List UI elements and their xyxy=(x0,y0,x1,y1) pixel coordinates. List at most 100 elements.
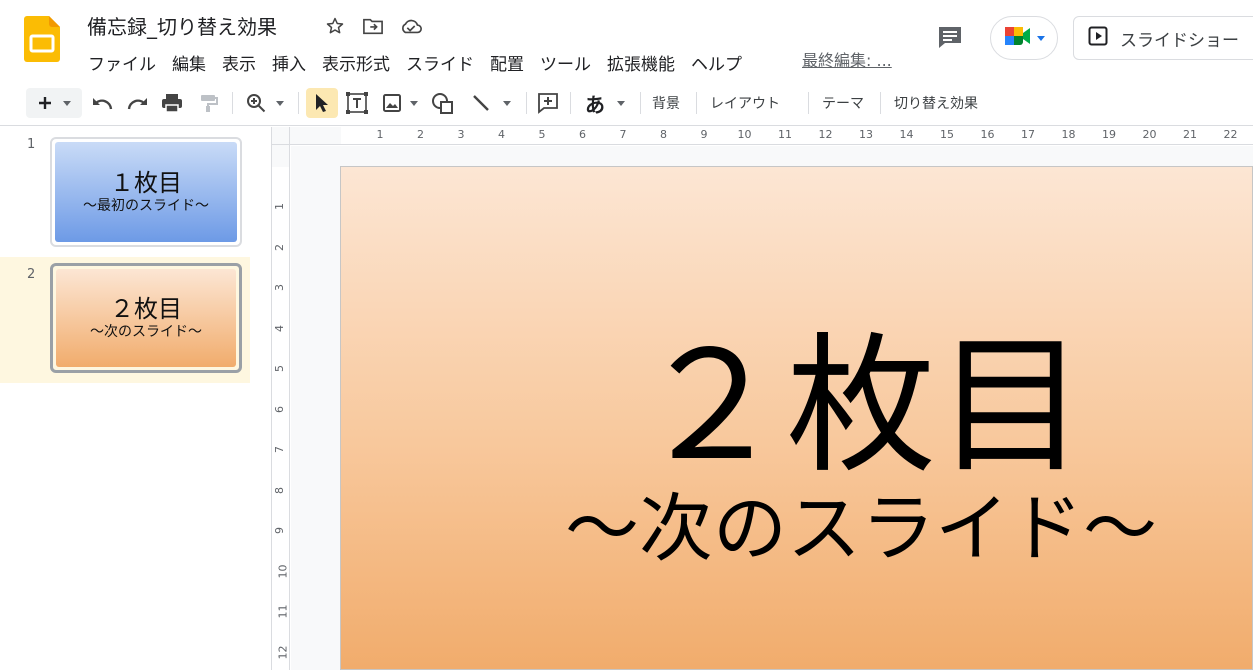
redo-icon[interactable] xyxy=(124,88,152,118)
ruler-number: 2 xyxy=(273,243,286,251)
menu-help[interactable]: ヘルプ xyxy=(683,48,750,77)
ruler-number: 9 xyxy=(700,128,708,141)
ruler-number: 17 xyxy=(1021,128,1035,141)
new-slide-button[interactable] xyxy=(26,88,82,118)
ruler-number: 3 xyxy=(457,128,465,141)
ruler-number: 18 xyxy=(1061,128,1076,141)
slides-logo-icon[interactable] xyxy=(24,16,60,62)
shape-icon[interactable] xyxy=(428,88,456,118)
ruler-number: 1 xyxy=(273,203,286,210)
line-tool-button[interactable] xyxy=(464,88,518,118)
slide-filmstrip: 1 １枚目 ～最初のスライド～ 2 ２枚目 ～次のスライド～ xyxy=(0,127,272,670)
zoom-icon xyxy=(247,94,266,113)
app-header: 備忘録_切り替え効果 ファイル 編集 表示 挿入 表示形式 スライド 配置 ツー… xyxy=(0,0,1253,80)
layout-button[interactable]: レイアウト xyxy=(710,93,780,113)
chevron-down-icon xyxy=(410,100,418,106)
menu-insert[interactable]: 挿入 xyxy=(264,48,314,77)
menu-edit[interactable]: 編集 xyxy=(164,48,214,77)
slide-title[interactable]: ２枚目 xyxy=(561,327,1161,487)
ruler-number: 11 xyxy=(778,128,792,141)
print-icon[interactable] xyxy=(158,88,186,118)
slideshow-button[interactable]: スライドショー xyxy=(1073,16,1253,60)
thumbnail-title: １枚目 xyxy=(110,169,182,197)
ruler-number: 6 xyxy=(273,405,286,413)
add-comment-icon[interactable] xyxy=(534,88,562,118)
undo-icon[interactable] xyxy=(88,88,116,118)
star-icon[interactable] xyxy=(322,13,348,39)
ruler-number: 9 xyxy=(273,527,286,534)
menu-slide[interactable]: スライド xyxy=(398,48,482,77)
menu-tools[interactable]: ツール xyxy=(532,48,599,77)
select-tool-icon[interactable] xyxy=(306,88,338,118)
ruler-number: 4 xyxy=(498,128,505,141)
ruler-number: 5 xyxy=(273,365,286,372)
ruler-number: 6 xyxy=(579,128,586,141)
menu-view[interactable]: 表示 xyxy=(214,48,264,77)
ruler-number: 22 xyxy=(1223,128,1238,141)
theme-button[interactable]: テーマ xyxy=(822,93,864,113)
menu-format[interactable]: 表示形式 xyxy=(314,48,398,77)
font-glyph: あ xyxy=(585,92,605,117)
menu-extensions[interactable]: 拡張機能 xyxy=(599,48,683,77)
text-box-icon[interactable] xyxy=(343,88,371,118)
ruler-number: 7 xyxy=(273,446,286,453)
document-title[interactable]: 備忘録_切り替え効果 xyxy=(87,11,277,40)
meet-button[interactable] xyxy=(990,16,1058,60)
ruler-number: 5 xyxy=(538,128,546,141)
ruler-number: 14 xyxy=(899,128,914,141)
slide-thumbnail[interactable]: ２枚目 ～次のスライド～ xyxy=(50,263,242,373)
chevron-down-icon xyxy=(503,100,511,106)
ruler-number: 15 xyxy=(940,128,954,141)
chevron-down-icon xyxy=(1037,35,1045,41)
vertical-ruler[interactable]: 1 2 3 4 5 6 7 8 9 10 11 12 xyxy=(272,145,290,670)
ruler-number: 11 xyxy=(276,604,290,619)
horizontal-ruler[interactable]: 1 2 3 4 5 6 7 8 9 10 11 12 13 14 15 16 17 18 19 20 21 22 xyxy=(290,127,1253,145)
ruler-number: 1 xyxy=(376,128,384,141)
slide-subtitle[interactable]: ～次のスライド～ xyxy=(501,487,1221,571)
transition-button[interactable]: 切り替え効果 xyxy=(894,93,978,113)
ruler-number: 2 xyxy=(417,128,424,141)
present-icon xyxy=(1088,26,1108,50)
input-tools-button[interactable]: あ xyxy=(578,88,632,118)
ruler-number: 13 xyxy=(859,128,873,141)
paint-format-icon[interactable] xyxy=(194,88,222,118)
ruler-number: 8 xyxy=(273,486,286,494)
move-to-folder-icon[interactable] xyxy=(360,13,386,39)
thumbnail-subtitle: ～最初のスライド～ xyxy=(83,198,209,214)
slide-number: 1 xyxy=(27,137,36,152)
menu-arrange[interactable]: 配置 xyxy=(482,48,532,77)
ruler-number: 12 xyxy=(276,645,290,659)
ruler-number: 8 xyxy=(660,128,667,141)
ruler-number: 7 xyxy=(619,128,627,141)
comment-icon[interactable] xyxy=(934,22,966,52)
line-icon xyxy=(473,95,489,111)
chevron-down-icon xyxy=(276,100,284,106)
image-icon xyxy=(383,94,401,112)
toolbar: あ 背景 レイアウト テーマ 切り替え効果 xyxy=(0,80,1253,186)
chevron-down-icon xyxy=(63,100,71,106)
ruler-number: 10 xyxy=(276,564,290,578)
ruler-number: 12 xyxy=(818,128,833,141)
chevron-down-icon xyxy=(617,100,625,106)
background-button[interactable]: 背景 xyxy=(652,93,680,113)
ruler-corner xyxy=(272,127,290,145)
menu-file[interactable]: ファイル xyxy=(80,48,164,77)
ruler-number: 16 xyxy=(980,128,995,141)
filmstrip-item[interactable]: 1 １枚目 ～最初のスライド～ xyxy=(0,127,250,253)
thumbnail-subtitle: ～次のスライド～ xyxy=(90,324,202,340)
slideshow-label: スライドショー xyxy=(1120,30,1239,51)
insert-image-button[interactable] xyxy=(378,88,422,118)
ruler-number: 10 xyxy=(737,128,752,141)
ruler-number: 21 xyxy=(1183,128,1197,141)
ruler-number: 4 xyxy=(273,324,286,332)
cloud-saved-icon[interactable] xyxy=(398,13,424,39)
slide-thumbnail[interactable]: １枚目 ～最初のスライド～ xyxy=(50,137,242,247)
last-edit-link[interactable]: 最終編集: ... xyxy=(802,47,892,71)
zoom-button[interactable] xyxy=(240,88,290,118)
slide-number: 2 xyxy=(27,267,36,282)
plus-icon xyxy=(39,97,51,109)
current-slide[interactable]: ２枚目 ～次のスライド～ xyxy=(340,166,1253,670)
menu-bar: ファイル 編集 表示 挿入 表示形式 スライド 配置 ツール 拡張機能 ヘルプ xyxy=(80,48,750,77)
ruler-number: 3 xyxy=(273,284,286,291)
filmstrip-item-selected[interactable]: 2 ２枚目 ～次のスライド～ xyxy=(0,257,250,383)
